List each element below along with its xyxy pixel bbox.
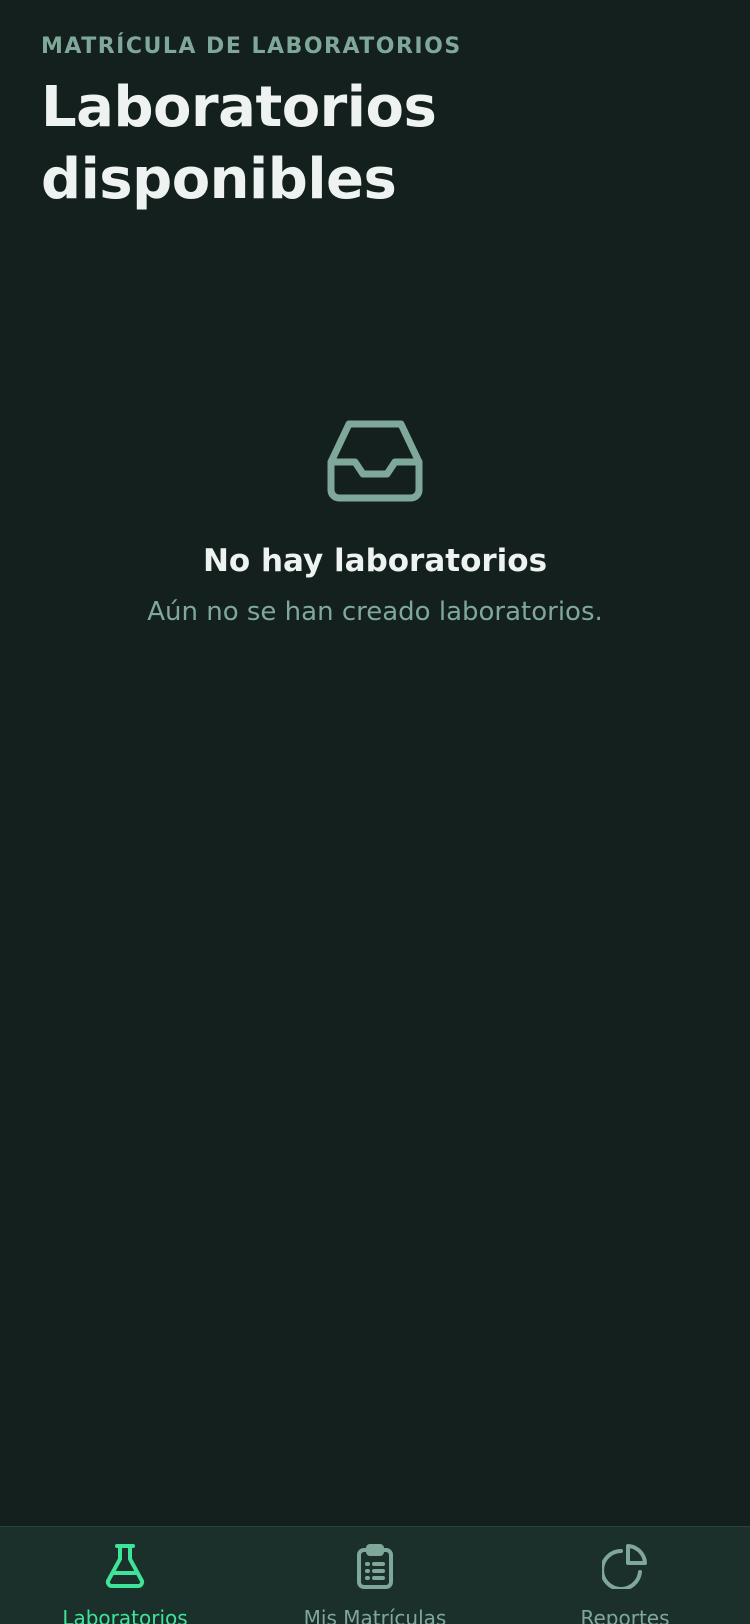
inbox-icon — [327, 420, 423, 502]
flask-icon — [105, 1544, 145, 1588]
tab-mis-matriculas[interactable]: Mis Matrículas — [250, 1527, 500, 1624]
tab-label-mis-matriculas: Mis Matrículas — [303, 1606, 447, 1624]
tab-reportes[interactable]: Reportes — [500, 1527, 750, 1624]
empty-state-subtitle: Aún no se han creado laboratorios. — [147, 597, 603, 627]
tab-label-laboratorios: Laboratorios — [62, 1606, 188, 1624]
tab-bar: Laboratorios Mis Matrículas Reportes — [0, 1526, 750, 1624]
empty-state: No hay laboratorios Aún no se han creado… — [0, 420, 750, 630]
clipboard-icon — [357, 1544, 393, 1589]
pie-chart-icon — [602, 1544, 647, 1589]
empty-state-title: No hay laboratorios — [202, 543, 548, 579]
page-eyebrow: MATRÍCULA DE LABORATORIOS — [41, 34, 462, 59]
tab-laboratorios[interactable]: Laboratorios — [0, 1527, 250, 1624]
screen: MATRÍCULA DE LABORATORIOS Laboratorios d… — [0, 0, 750, 1624]
page-title: Laboratorios disponibles — [41, 75, 437, 212]
page-header: MATRÍCULA DE LABORATORIOS Laboratorios d… — [41, 30, 701, 216]
tab-label-reportes: Reportes — [580, 1606, 670, 1624]
